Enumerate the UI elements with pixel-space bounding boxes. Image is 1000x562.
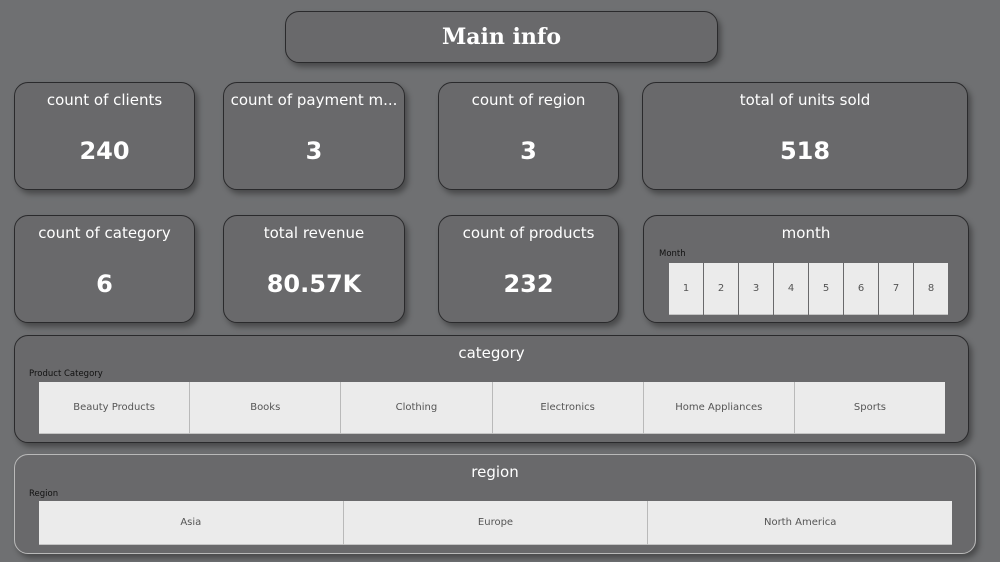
month-tile[interactable]: 1	[669, 263, 703, 315]
region-slicer-card: region Region Asia Europe North America	[14, 454, 976, 554]
month-tile[interactable]: 2	[704, 263, 738, 315]
kpi-card-clients: count of clients 240	[14, 82, 195, 190]
month-tile[interactable]: 8	[914, 263, 948, 315]
kpi-value-revenue: 80.57K	[266, 270, 362, 298]
kpi-card-revenue: total revenue 80.57K	[223, 215, 405, 323]
region-tile-asia[interactable]: Asia	[39, 501, 344, 545]
month-slicer-card: month Month 1 2 3 4 5 6 7 8	[643, 215, 969, 323]
category-slicer-header: Product Category	[29, 369, 103, 379]
category-tile-clothing[interactable]: Clothing	[341, 382, 493, 434]
month-tile[interactable]: 7	[879, 263, 913, 315]
kpi-value-products: 232	[503, 270, 554, 298]
kpi-card-category: count of category 6	[14, 215, 195, 323]
month-tile[interactable]: 4	[774, 263, 808, 315]
kpi-value-clients: 240	[79, 137, 130, 165]
page-title: Main info	[441, 24, 562, 50]
kpi-label-clients: count of clients	[46, 91, 163, 109]
main-title-card: Main info	[285, 11, 718, 63]
kpi-value-region: 3	[520, 137, 537, 165]
region-slicer-title: region	[471, 463, 519, 481]
category-tile-sports[interactable]: Sports	[794, 382, 946, 434]
region-slicer-header: Region	[29, 489, 59, 499]
category-slicer-tiles: Beauty Products Books Clothing Electroni…	[39, 382, 946, 434]
category-tile-books[interactable]: Books	[190, 382, 342, 434]
month-tile[interactable]: 5	[809, 263, 843, 315]
month-slicer-tiles: 1 2 3 4 5 6 7 8	[669, 263, 948, 315]
kpi-label-category: count of category	[38, 224, 171, 242]
kpi-label-payment-methods: count of payment m...	[230, 91, 398, 109]
kpi-value-units-sold: 518	[779, 137, 831, 165]
month-slicer-header: Month	[659, 249, 686, 259]
region-slicer-tiles: Asia Europe North America	[39, 501, 953, 545]
category-slicer-title: category	[458, 344, 525, 362]
region-tile-north-america[interactable]: North America	[648, 501, 953, 545]
category-tile-home-appliances[interactable]: Home Appliances	[643, 382, 795, 434]
kpi-card-units-sold: total of units sold 518	[642, 82, 968, 190]
kpi-label-region: count of region	[471, 91, 586, 109]
category-tile-electronics[interactable]: Electronics	[492, 382, 644, 434]
month-tile[interactable]: 6	[844, 263, 878, 315]
month-slicer-title: month	[781, 224, 831, 242]
kpi-label-products: count of products	[462, 224, 595, 242]
category-slicer-card: category Product Category Beauty Product…	[14, 335, 969, 443]
month-tile[interactable]: 3	[739, 263, 773, 315]
kpi-value-payment-methods: 3	[305, 137, 323, 165]
category-tile-beauty-products[interactable]: Beauty Products	[39, 382, 191, 434]
kpi-label-units-sold: total of units sold	[739, 91, 871, 109]
dashboard-canvas: Main info count of clients 240 count of …	[0, 0, 1000, 562]
region-tile-europe[interactable]: Europe	[343, 501, 649, 545]
kpi-card-region: count of region 3	[438, 82, 619, 190]
kpi-card-products: count of products 232	[438, 215, 619, 323]
kpi-label-revenue: total revenue	[263, 224, 365, 242]
kpi-card-payment-methods: count of payment m... 3	[223, 82, 405, 190]
kpi-value-category: 6	[96, 270, 113, 298]
